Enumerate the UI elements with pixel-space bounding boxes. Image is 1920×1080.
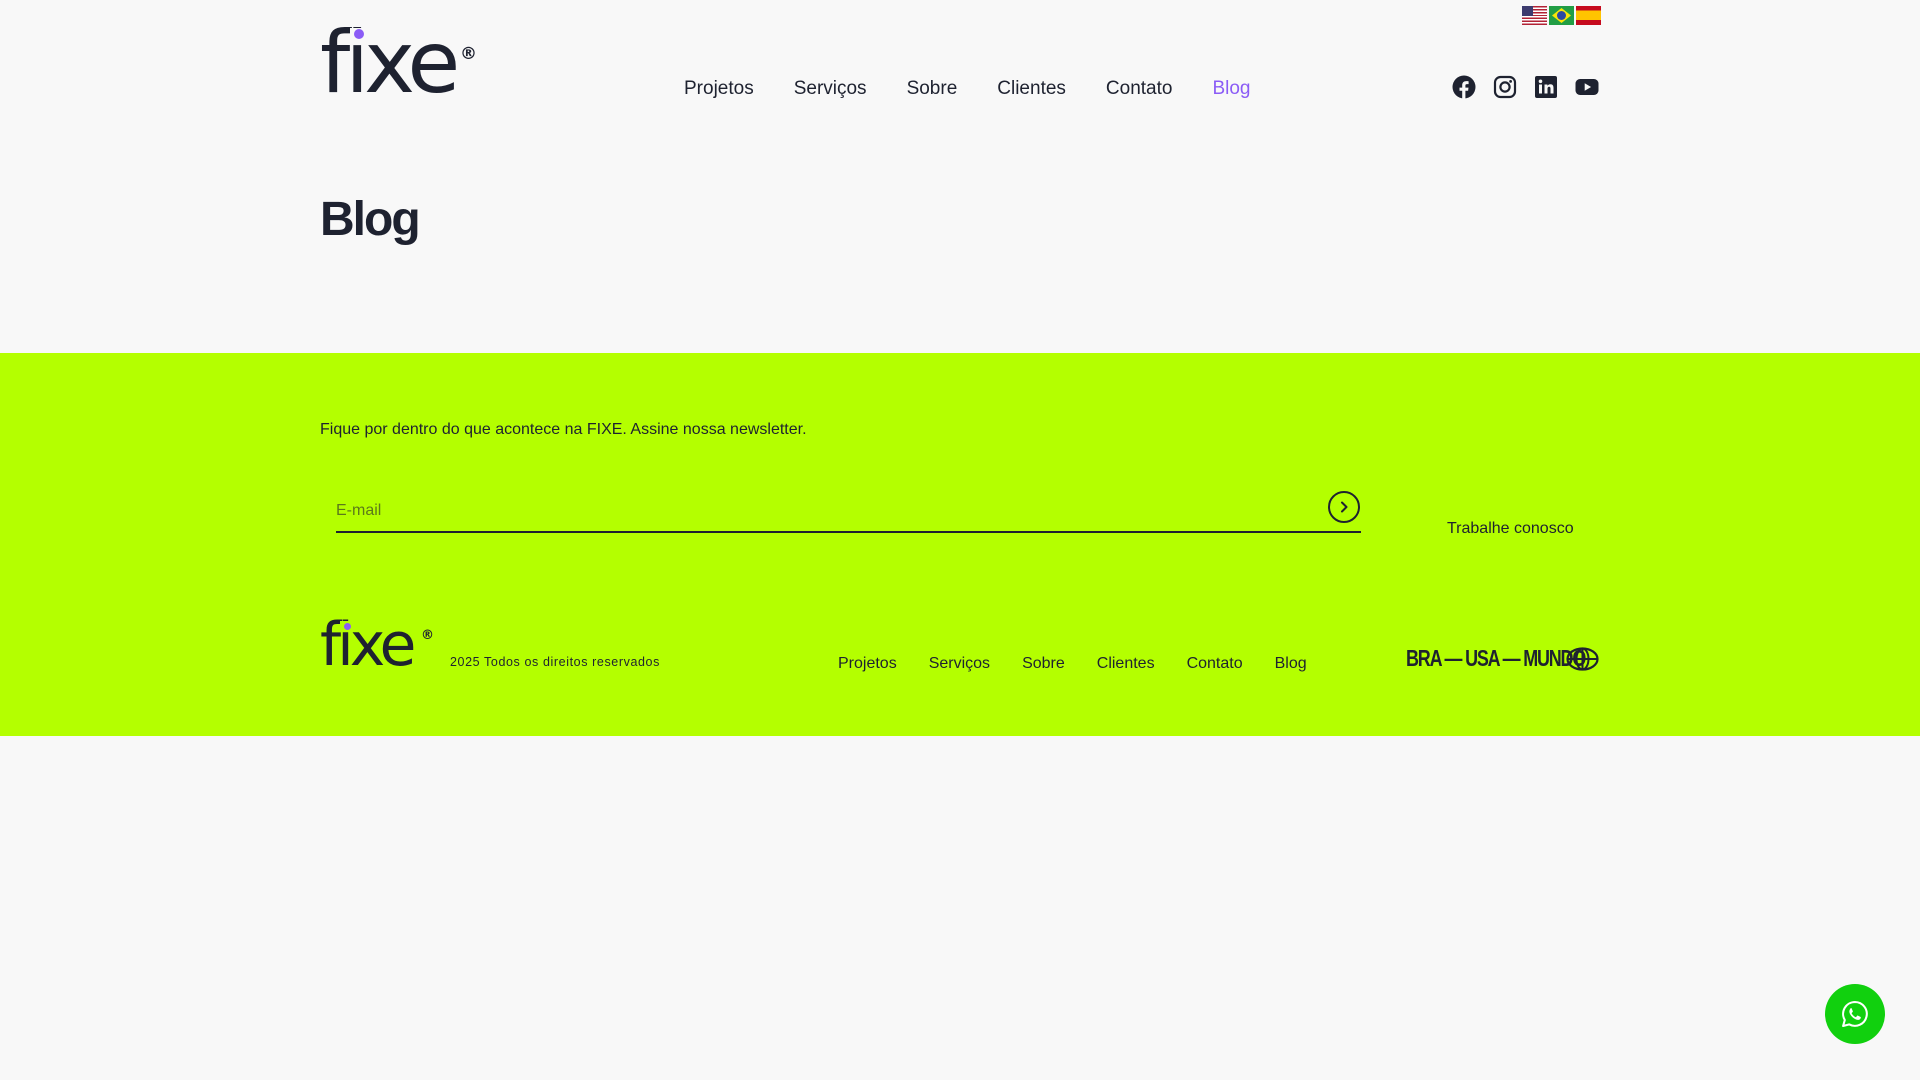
nav-item-projetos[interactable]: Projetos (684, 78, 754, 100)
social-links (1452, 75, 1599, 99)
linkedin-icon[interactable] (1534, 75, 1558, 99)
regions-text: BRA — USA — MUNDO (1406, 645, 1586, 671)
email-field[interactable] (336, 497, 1296, 525)
footer-logo[interactable]: fixe ® (320, 615, 434, 675)
site-header: fixe ® Projetos Serviços Sobre Clientes … (0, 0, 1920, 140)
copyright-text: 2025 Todos os direitos reservados (450, 655, 660, 669)
instagram-icon[interactable] (1493, 75, 1517, 99)
site-footer: Fique por dentro do que acontece na FIXE… (0, 353, 1920, 736)
logo-wordmark: fixe (320, 13, 460, 113)
newsletter-form (336, 489, 1361, 533)
logo-dot (354, 29, 364, 39)
nav-item-sobre[interactable]: Sobre (907, 78, 958, 100)
whatsapp-icon (1842, 1000, 1868, 1028)
newsletter-text: Fique por dentro do que acontece na FIXE… (320, 421, 807, 438)
spain-flag-icon[interactable] (1576, 6, 1601, 25)
footer-nav-item-sobre[interactable]: Sobre (1022, 655, 1065, 673)
footer-nav: Projetos Serviços Sobre Clientes Contato… (838, 655, 1307, 673)
nav-item-servicos[interactable]: Serviços (794, 78, 867, 100)
facebook-icon[interactable] (1452, 75, 1476, 99)
footer-nav-item-servicos[interactable]: Serviços (929, 655, 990, 673)
work-with-us-link[interactable]: Trabalhe conosco (1447, 520, 1574, 538)
regions-badge: BRA — USA — MUNDO (1406, 645, 1599, 672)
whatsapp-button[interactable] (1825, 984, 1885, 1044)
footer-nav-item-contato[interactable]: Contato (1187, 655, 1243, 673)
nav-item-blog[interactable]: Blog (1212, 78, 1250, 100)
footer-logo-dot (344, 623, 351, 630)
footer-nav-item-projetos[interactable]: Projetos (838, 655, 897, 673)
brazil-flag-icon[interactable] (1549, 6, 1574, 25)
main-nav: Projetos Serviços Sobre Clientes Contato… (684, 78, 1251, 100)
page-title: Blog (320, 193, 421, 246)
newsletter-submit-button[interactable] (1328, 491, 1360, 523)
us-flag-icon[interactable] (1522, 6, 1547, 25)
footer-nav-item-blog[interactable]: Blog (1275, 655, 1307, 673)
nav-item-contato[interactable]: Contato (1106, 78, 1173, 100)
brand-logo[interactable]: fixe ® (320, 13, 477, 113)
footer-logo-wordmark: fixe (320, 610, 416, 680)
chevron-right-icon (1341, 501, 1348, 513)
youtube-icon[interactable] (1575, 75, 1599, 99)
footer-registered-mark: ® (421, 628, 434, 643)
nav-item-clientes[interactable]: Clientes (997, 78, 1066, 100)
footer-nav-item-clientes[interactable]: Clientes (1097, 655, 1155, 673)
registered-mark: ® (460, 44, 477, 64)
language-switcher (1522, 6, 1601, 25)
